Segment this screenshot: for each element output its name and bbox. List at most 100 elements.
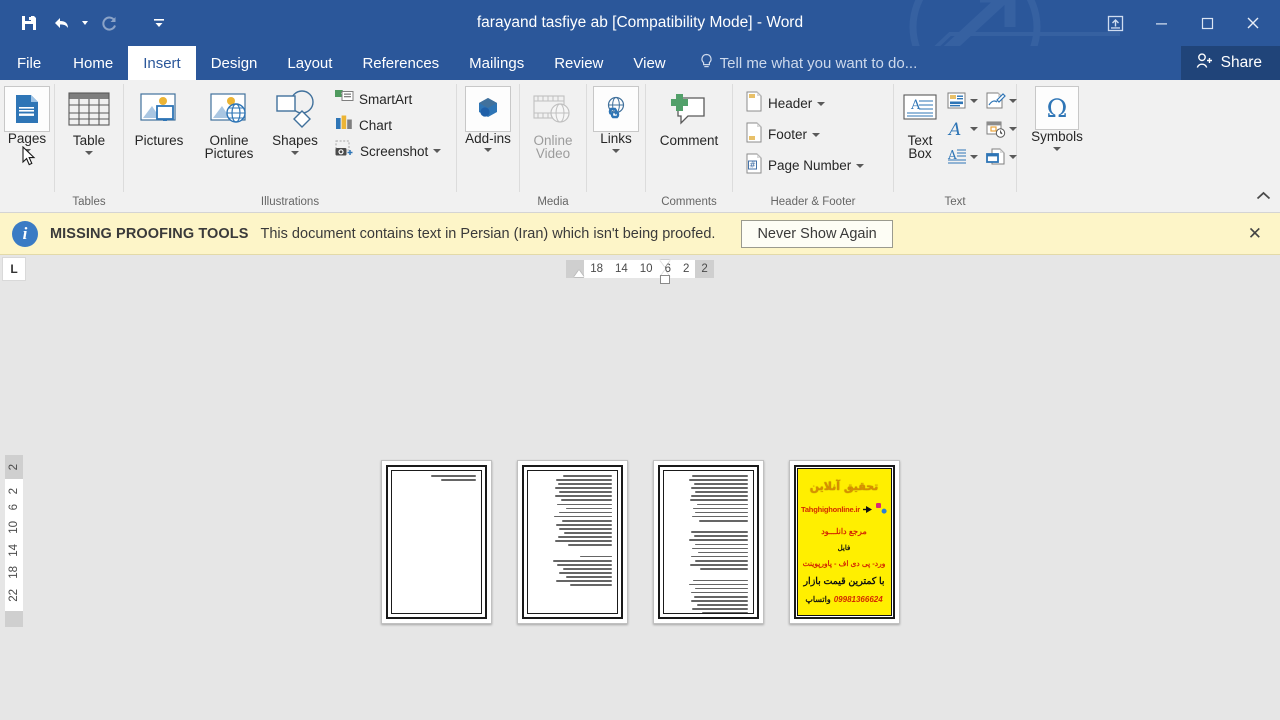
page-number-icon: # [745,153,763,179]
tab-file[interactable]: File [0,46,59,80]
undo-dropdown-icon[interactable] [78,8,92,38]
tab-mailings[interactable]: Mailings [454,46,539,80]
quick-parts-dropdown-icon[interactable] [970,98,978,103]
online-pictures-button[interactable]: Online Pictures [194,84,264,160]
table-button[interactable]: Table [63,84,115,155]
first-line-indent-marker[interactable] [660,260,671,267]
undo-icon[interactable] [46,8,76,38]
text-line [689,583,748,586]
tab-layout[interactable]: Layout [272,46,347,80]
text-line [562,475,612,477]
collapse-ribbon-button[interactable] [1252,186,1274,206]
drop-cap-button[interactable]: A [946,143,978,170]
online-video-button[interactable]: Online Video [520,84,586,160]
ribbon-tab-bar[interactable]: File Home Insert Design Layout Reference… [0,46,1280,80]
tab-view[interactable]: View [618,46,680,80]
object-dropdown-icon[interactable] [1009,154,1017,159]
horizontal-ruler[interactable]: 18 14 10 6 2 2 [0,258,1280,284]
signature-line-button[interactable] [985,87,1017,114]
text-line [556,580,612,582]
signature-line-dropdown-icon[interactable] [1009,98,1017,103]
footer-dropdown-icon[interactable] [812,132,821,137]
text-line [694,511,748,514]
text-line [697,551,748,554]
shapes-button[interactable]: Shapes [264,84,326,155]
notification-title: MISSING PROOFING TOOLS [50,225,249,242]
quick-parts-button[interactable] [946,87,978,114]
pages-dropdown-icon[interactable] [23,149,31,153]
links-button[interactable]: Links [589,84,643,153]
close-icon[interactable] [1230,0,1276,46]
smartart-button[interactable]: SmartArt [332,86,443,112]
window-controls[interactable] [1092,0,1280,46]
tab-review[interactable]: Review [539,46,618,80]
never-show-again-button[interactable]: Never Show Again [741,219,893,248]
quick-access-toolbar[interactable] [0,8,174,38]
notification-close-icon[interactable]: ✕ [1244,224,1266,244]
ad-line-1: مرجع دانلـــود [821,526,867,536]
tab-references[interactable]: References [347,46,454,80]
shapes-dropdown-icon[interactable] [291,151,299,155]
redo-icon[interactable] [94,8,124,38]
links-dropdown-icon[interactable] [612,149,620,153]
document-work-area[interactable]: L 18 14 10 6 2 2 2 2 6 10 14 18 22 تحقیق… [0,255,1280,720]
customize-qat-icon[interactable] [144,8,174,38]
comment-button[interactable]: Comment [656,84,723,148]
footer-button[interactable]: Footer [743,119,866,150]
tab-insert[interactable]: Insert [128,46,196,80]
wordart-dropdown-icon[interactable] [970,126,978,131]
page-thumbnail-1[interactable] [380,460,492,624]
save-icon[interactable] [14,8,44,38]
page-thumbnail-4[interactable]: تحقیق آنلاین Tahghighonline.ir مرجع دانل… [788,460,900,624]
page-number-button[interactable]: # Page Number [743,150,866,181]
hruler-num-18: 18 [590,263,603,275]
ad-arrow-icon [862,501,873,519]
table-dropdown-icon[interactable] [85,151,93,155]
tell-me-search[interactable]: Tell me what you want to do... [681,46,917,80]
pages-button[interactable]: Pages [0,84,54,153]
tab-design[interactable]: Design [196,46,273,80]
date-time-button[interactable] [985,115,1017,142]
minimize-icon[interactable] [1138,0,1184,46]
chart-label: Chart [359,117,393,133]
object-button[interactable] [985,143,1017,170]
right-indent-marker[interactable] [660,275,671,284]
comment-icon [666,86,712,134]
text-line [691,591,748,594]
symbols-dropdown-icon[interactable] [1052,147,1061,151]
left-indent-marker[interactable] [574,270,585,277]
share-button[interactable]: Share [1180,46,1280,80]
text-line [559,528,612,530]
ribbon-display-options-icon[interactable] [1092,0,1138,46]
screenshot-button[interactable]: Screenshot [332,138,443,164]
date-time-dropdown-icon[interactable] [1009,126,1017,131]
restore-icon[interactable] [1184,0,1230,46]
ad-url: Tahghighonline.ir [801,505,860,515]
ribbon-group-links: Links [587,80,645,213]
drop-cap-dropdown-icon[interactable] [970,154,978,159]
page-thumbnail-3[interactable] [652,460,764,624]
header-dropdown-icon[interactable] [817,101,826,106]
addins-dropdown-icon[interactable] [484,148,492,152]
tab-home[interactable]: Home [58,46,128,80]
header-button[interactable]: Header [743,88,866,119]
pictures-button[interactable]: Pictures [124,84,194,148]
ribbon-group-illustrations: Pictures Online Pictures Shapes SmartArt… [124,80,456,213]
drop-cap-icon: A [947,148,966,164]
text-line [695,543,748,546]
text-line [556,479,612,481]
page-thumbnail-2[interactable] [516,460,628,624]
screenshot-dropdown-icon[interactable] [433,149,442,153]
page-thumbnails[interactable]: تحقیق آنلاین Tahghighonline.ir مرجع دانل… [0,460,1280,624]
addins-button[interactable]: Add-ins [461,84,515,152]
text-line [554,487,612,489]
text-line [696,603,748,606]
chart-button[interactable]: Chart [332,112,443,138]
symbols-button[interactable]: Ω Symbols [1027,84,1087,151]
smartart-label: SmartArt [359,91,413,107]
wordart-button[interactable]: A [946,115,978,142]
ad-line-2: فایل [837,544,851,552]
text-box-button[interactable]: A Text Box [894,84,946,160]
page-number-dropdown-icon[interactable] [856,163,865,168]
header-icon [745,91,763,117]
